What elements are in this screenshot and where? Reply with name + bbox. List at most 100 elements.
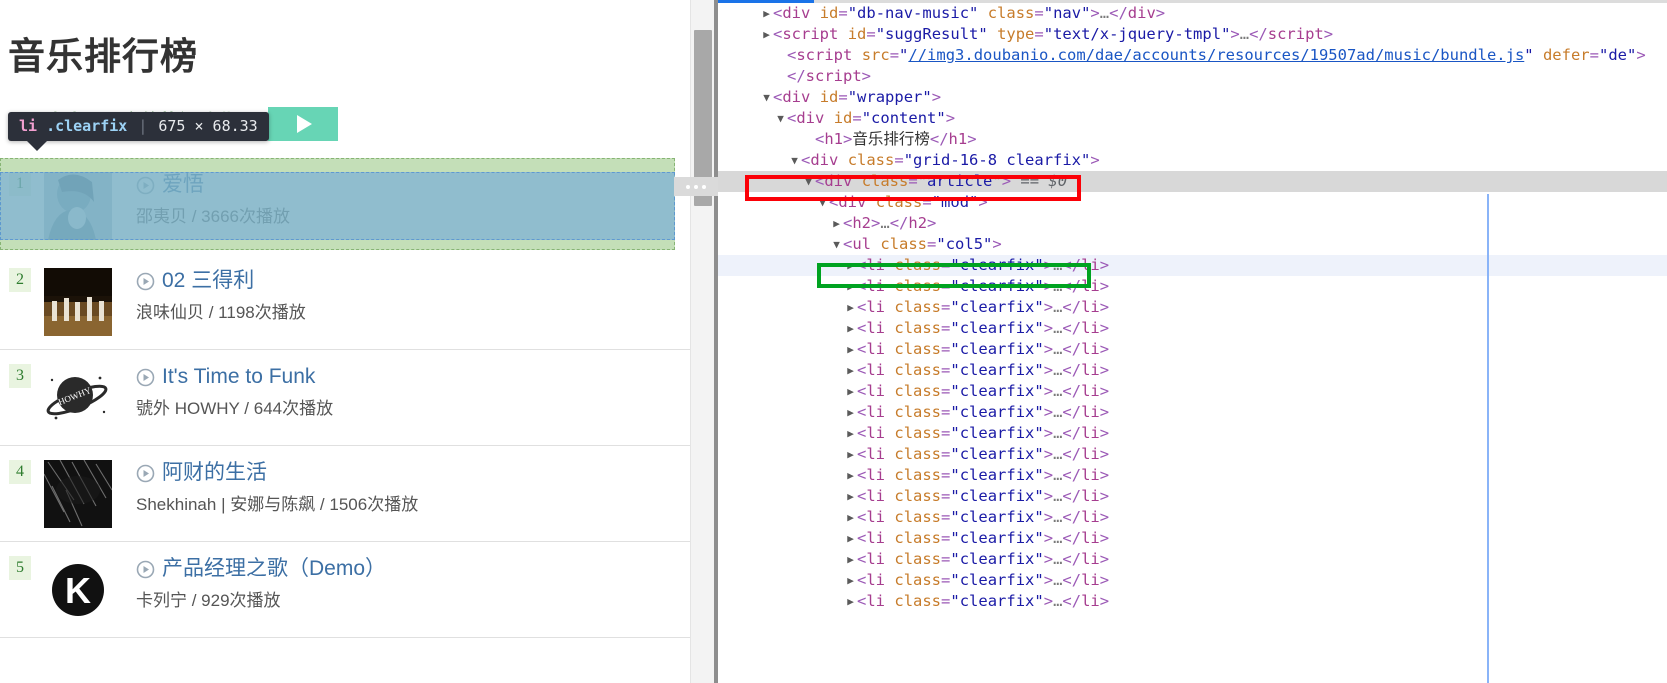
twisty-expanded-icon[interactable]: ▼ bbox=[830, 234, 843, 255]
twisty-collapsed-icon[interactable]: ▶ bbox=[844, 276, 857, 297]
punct: " bbox=[950, 571, 960, 589]
devtools-overflow-badge[interactable] bbox=[674, 177, 718, 196]
page-scrollbar[interactable] bbox=[690, 0, 714, 683]
dom-tree-row[interactable]: ▼ <div class="grid-16-8 clearfix"> bbox=[718, 150, 1667, 171]
dom-tree-row[interactable]: ▶ <li class="clearfix">…</li> bbox=[718, 591, 1667, 612]
dom-tree-row[interactable]: ▶ <li class="clearfix">…</li> bbox=[718, 423, 1667, 444]
twisty-collapsed-icon[interactable]: ▶ bbox=[844, 591, 857, 612]
play-all-button[interactable] bbox=[268, 107, 338, 141]
punct: </ bbox=[1062, 298, 1082, 316]
play-circle-icon[interactable] bbox=[136, 272, 155, 291]
twisty-collapsed-icon[interactable]: ▶ bbox=[844, 528, 857, 549]
album-thumbnail[interactable] bbox=[44, 268, 112, 336]
dom-tree-row[interactable]: ▶ <li class="clearfix">…</li> bbox=[718, 276, 1667, 297]
dom-tree-row[interactable]: ▼ <div id="wrapper"> bbox=[718, 87, 1667, 108]
twisty-collapsed-icon[interactable]: ▶ bbox=[844, 255, 857, 276]
dom-tree-row[interactable]: ▶ <li class="clearfix">…</li> bbox=[718, 402, 1667, 423]
album-thumbnail[interactable]: K bbox=[44, 556, 112, 624]
dom-tree-row[interactable]: ▶ <li class="clearfix">…</li> bbox=[718, 255, 1667, 276]
dom-tree-row[interactable]: ▶ <li class="clearfix">…</li> bbox=[718, 297, 1667, 318]
twisty-collapsed-icon[interactable]: ▶ bbox=[844, 549, 857, 570]
twisty-collapsed-icon[interactable]: ▶ bbox=[844, 444, 857, 465]
ellipsis: … bbox=[1053, 298, 1063, 316]
twisty-collapsed-icon[interactable]: ▶ bbox=[844, 402, 857, 423]
punct: </ bbox=[1062, 487, 1082, 505]
dom-tree-row[interactable]: ·<script src="//img3.doubanio.com/dae/ac… bbox=[718, 45, 1667, 66]
attr-value: nav bbox=[1053, 4, 1082, 22]
punct: " bbox=[950, 487, 960, 505]
punct: </ bbox=[1062, 445, 1082, 463]
list-item[interactable]: 5 K 产品经理之歌（Demo） 卡列宁 / 929次播放 bbox=[0, 542, 690, 638]
twisty-collapsed-icon[interactable]: ▶ bbox=[844, 486, 857, 507]
dom-tree-row[interactable]: ▶ <li class="clearfix">…</li> bbox=[718, 381, 1667, 402]
play-circle-icon[interactable] bbox=[136, 464, 155, 483]
tag-name: li bbox=[1081, 445, 1100, 463]
dom-tree-row[interactable]: ▶ <li class="clearfix">…</li> bbox=[718, 549, 1667, 570]
twisty-expanded-icon[interactable]: ▼ bbox=[774, 108, 787, 129]
twisty-collapsed-icon[interactable]: ▶ bbox=[760, 24, 773, 45]
dom-tree-row[interactable]: ▶ <li class="clearfix">…</li> bbox=[718, 507, 1667, 528]
play-circle-icon[interactable] bbox=[136, 368, 155, 387]
dom-tree-row[interactable]: ▶ <script id="suggResult" type="text/x-jq… bbox=[718, 24, 1667, 45]
dom-tree[interactable]: ▶ <div id="db-nav-music" class="nav">…</d… bbox=[718, 3, 1667, 612]
dom-tree-row[interactable]: ·</script> bbox=[718, 66, 1667, 87]
ellipsis: … bbox=[1053, 445, 1063, 463]
list-item[interactable]: 2 02 三得利 浪味仙贝 / 1198次播放 bbox=[0, 254, 690, 350]
ellipsis: … bbox=[1053, 319, 1063, 337]
song-meta: 产品经理之歌（Demo） 卡列宁 / 929次播放 bbox=[136, 554, 680, 611]
twisty-collapsed-icon[interactable]: ▶ bbox=[844, 507, 857, 528]
dom-tree-row[interactable]: ▶ <li class="clearfix">…</li> bbox=[718, 360, 1667, 381]
punct: " bbox=[931, 193, 942, 211]
twisty-collapsed-icon[interactable]: ▶ bbox=[844, 381, 857, 402]
punct: " bbox=[950, 550, 960, 568]
twisty-collapsed-icon[interactable]: ▶ bbox=[760, 3, 773, 24]
twisty-collapsed-icon[interactable]: ▶ bbox=[844, 465, 857, 486]
punct: > bbox=[1099, 592, 1110, 610]
play-circle-icon[interactable] bbox=[136, 560, 155, 579]
twisty-expanded-icon[interactable]: ▼ bbox=[760, 87, 773, 108]
song-title-link[interactable]: It's Time to Funk bbox=[162, 365, 315, 388]
twisty-collapsed-icon[interactable]: ▶ bbox=[844, 360, 857, 381]
punct: < bbox=[857, 508, 867, 526]
dom-tree-row[interactable]: ▶ <div id="db-nav-music" class="nav">…</d… bbox=[718, 3, 1667, 24]
song-title-link[interactable]: 产品经理之歌（Demo） bbox=[162, 557, 386, 580]
list-item[interactable]: 3 HOWHY It's Time to Funk 號外 HOWHY / 644… bbox=[0, 350, 690, 446]
dom-tree-row[interactable]: ▶ <h2>…</h2> bbox=[718, 213, 1667, 234]
thumb-dark-image bbox=[44, 460, 112, 528]
punct: " bbox=[847, 88, 858, 106]
punct: = bbox=[889, 46, 900, 64]
dom-tree-row[interactable]: ·<h1>音乐排行榜</h1> bbox=[718, 129, 1667, 150]
punct: > bbox=[967, 130, 977, 148]
dom-tree-row[interactable]: ▶ <li class="clearfix">…</li> bbox=[718, 318, 1667, 339]
twisty-collapsed-icon[interactable]: ▶ bbox=[844, 570, 857, 591]
dom-tree-row[interactable]: ▼ <div class="mod"> bbox=[718, 192, 1667, 213]
song-title-link[interactable]: 02 三得利 bbox=[162, 269, 254, 292]
twisty-collapsed-icon[interactable]: ▶ bbox=[844, 423, 857, 444]
dom-tree-row[interactable]: ▼ <ul class="col5"> bbox=[718, 234, 1667, 255]
dom-tree-row[interactable]: ▶ <li class="clearfix">…</li> bbox=[718, 444, 1667, 465]
dom-tree-row[interactable]: ▶ <li class="clearfix">…</li> bbox=[718, 528, 1667, 549]
album-thumbnail[interactable]: HOWHY bbox=[44, 364, 112, 432]
twisty-expanded-icon[interactable]: ▼ bbox=[788, 150, 801, 171]
dom-tree-row[interactable]: ▶ <li class="clearfix">…</li> bbox=[718, 486, 1667, 507]
dom-tree-row[interactable]: ▶ <li class="clearfix">…</li> bbox=[718, 570, 1667, 591]
twisty-collapsed-icon[interactable]: ▶ bbox=[844, 339, 857, 360]
album-thumbnail[interactable] bbox=[44, 460, 112, 528]
attr-name: class bbox=[894, 298, 942, 316]
twisty-collapsed-icon[interactable]: ▶ bbox=[844, 318, 857, 339]
dom-tree-row[interactable]: ▼ <div id="content"> bbox=[718, 108, 1667, 129]
dom-tree-row[interactable]: ▼ <div class="article"> == $0 bbox=[718, 171, 1667, 192]
list-item[interactable]: 4 阿财的生活 Shekhinah | 安娜与陈飙 / 1506次播放 bbox=[0, 446, 690, 542]
song-meta: 02 三得利 浪味仙贝 / 1198次播放 bbox=[136, 266, 680, 323]
punct: </ bbox=[1062, 424, 1082, 442]
punct: > bbox=[1001, 172, 1012, 190]
dom-tree-row[interactable]: ▶ <li class="clearfix">…</li> bbox=[718, 339, 1667, 360]
twisty-collapsed-icon[interactable]: ▶ bbox=[830, 213, 843, 234]
attr-name: class bbox=[847, 151, 895, 169]
dom-tree-row[interactable]: ▶ <li class="clearfix">…</li> bbox=[718, 465, 1667, 486]
twisty-expanded-icon[interactable]: ▼ bbox=[816, 192, 829, 213]
song-title-link[interactable]: 阿财的生活 bbox=[162, 461, 267, 484]
twisty-expanded-icon[interactable]: ▼ bbox=[802, 171, 815, 192]
twisty-collapsed-icon[interactable]: ▶ bbox=[844, 297, 857, 318]
